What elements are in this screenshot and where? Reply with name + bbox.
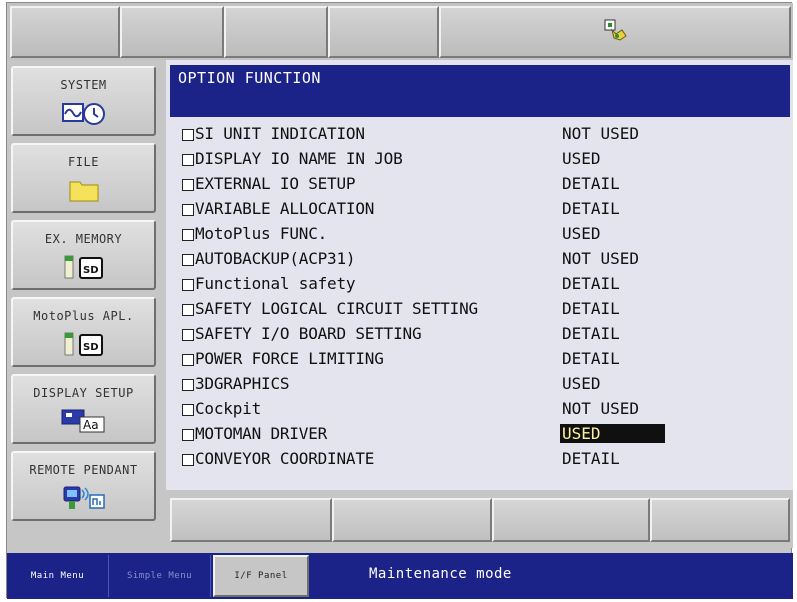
function-button-bar: [166, 490, 793, 548]
option-name: 3DGRAPHICS: [195, 374, 290, 393]
status-bar: Main Menu Simple Menu I/F Panel Maintena…: [7, 553, 793, 599]
function-button-1[interactable]: [170, 498, 332, 542]
option-checkbox[interactable]: [182, 129, 194, 141]
option-value[interactable]: NOT USED: [562, 399, 639, 418]
function-button-2[interactable]: [332, 498, 492, 542]
menu-label-file: FILE: [68, 155, 99, 169]
menu-label-motoplus-apl: MotoPlus APL.: [33, 309, 134, 323]
option-name: SAFETY I/O BOARD SETTING: [195, 324, 422, 343]
option-checkbox[interactable]: [182, 254, 194, 266]
menu-button-ex-memory[interactable]: EX. MEMORY SD: [11, 220, 156, 290]
top-toolbar: [7, 3, 793, 60]
option-row[interactable]: SI UNIT INDICATION NOT USED: [166, 123, 792, 148]
function-button-4[interactable]: [650, 498, 790, 542]
option-row[interactable]: SAFETY LOGICAL CIRCUIT SETTING DETAIL: [166, 298, 792, 323]
option-value[interactable]: USED: [562, 224, 601, 243]
option-checkbox[interactable]: [182, 154, 194, 166]
toolbar-button-4[interactable]: [328, 6, 439, 58]
option-row[interactable]: Functional safety DETAIL: [166, 273, 792, 298]
option-checkbox[interactable]: [182, 404, 194, 416]
menu-label-display-setup: DISPLAY SETUP: [33, 386, 134, 400]
system-clock-icon: [13, 100, 154, 126]
sd-card-icon: SD: [13, 254, 154, 280]
option-name: Cockpit: [195, 399, 262, 418]
if-panel-button[interactable]: I/F Panel: [213, 555, 309, 597]
menu-label-remote-pendant: REMOTE PENDANT: [29, 463, 138, 477]
option-name: DISPLAY IO NAME IN JOB: [195, 149, 403, 168]
function-button-3[interactable]: [492, 498, 650, 542]
option-name: CONVEYOR COORDINATE: [195, 449, 375, 468]
toolbar-button-1[interactable]: [10, 6, 120, 58]
option-value[interactable]: NOT USED: [562, 249, 639, 268]
main-menu-button[interactable]: Main Menu: [7, 555, 109, 597]
option-checkbox[interactable]: [182, 354, 194, 366]
option-name: EXTERNAL IO SETUP: [195, 174, 356, 193]
option-value[interactable]: DETAIL: [562, 324, 620, 343]
option-checkbox[interactable]: [182, 379, 194, 391]
option-row[interactable]: AUTOBACKUP(ACP31) NOT USED: [166, 248, 792, 273]
option-name: POWER FORCE LIMITING: [195, 349, 384, 368]
option-row[interactable]: Cockpit NOT USED: [166, 398, 792, 423]
sd-card-icon: SD: [13, 331, 154, 357]
svg-text:SD: SD: [83, 342, 99, 353]
menu-button-file[interactable]: FILE: [11, 143, 156, 213]
option-value[interactable]: USED: [560, 424, 665, 443]
option-value[interactable]: DETAIL: [562, 174, 620, 193]
option-function-panel: OPTION FUNCTION SI UNIT INDICATION NOT US…: [166, 60, 793, 492]
option-name: MotoPlus FUNC.: [195, 224, 328, 243]
option-checkbox[interactable]: [182, 229, 194, 241]
folder-icon: [13, 177, 154, 203]
option-row[interactable]: VARIABLE ALLOCATION DETAIL: [166, 198, 792, 223]
status-message: Maintenance mode: [369, 566, 512, 582]
option-row[interactable]: CONVEYOR COORDINATE DETAIL: [166, 448, 792, 473]
svg-text:SD: SD: [83, 265, 99, 276]
option-value[interactable]: USED: [562, 149, 601, 168]
option-row[interactable]: SAFETY I/O BOARD SETTING DETAIL: [166, 323, 792, 348]
menu-button-remote-pendant[interactable]: REMOTE PENDANT: [11, 451, 156, 521]
option-list: SI UNIT INDICATION NOT USED DISPLAY IO NAM…: [166, 118, 792, 488]
option-name: Functional safety: [195, 274, 356, 293]
option-checkbox[interactable]: [182, 304, 194, 316]
pendant-screen: SYSTEM FILE EX. MEMORY SD MotoPlus APL. …: [6, 2, 793, 599]
option-checkbox[interactable]: [182, 454, 194, 466]
option-value[interactable]: USED: [562, 374, 601, 393]
menu-button-system[interactable]: SYSTEM: [11, 66, 156, 136]
page-title: OPTION FUNCTION: [170, 65, 790, 117]
toolbar-button-3[interactable]: [224, 6, 328, 58]
display-font-icon: Aa: [13, 408, 154, 434]
option-value[interactable]: DETAIL: [562, 449, 620, 468]
menu-label-ex-memory: EX. MEMORY: [44, 232, 123, 246]
status-indicator-area: [439, 6, 791, 58]
option-checkbox[interactable]: [182, 329, 194, 341]
option-row[interactable]: DISPLAY IO NAME IN JOB USED: [166, 148, 792, 173]
toolbar-button-2[interactable]: [120, 6, 224, 58]
option-name: AUTOBACKUP(ACP31): [195, 249, 356, 268]
menu-button-motoplus-apl[interactable]: MotoPlus APL. SD: [11, 297, 156, 367]
option-row[interactable]: MOTOMAN DRIVER USED: [166, 423, 792, 448]
option-name: SAFETY LOGICAL CIRCUIT SETTING: [195, 299, 478, 318]
option-value[interactable]: DETAIL: [562, 349, 620, 368]
option-value[interactable]: DETAIL: [562, 199, 620, 218]
svg-text:Aa: Aa: [83, 418, 99, 432]
robot-status-icon: [602, 18, 628, 46]
option-name: MOTOMAN DRIVER: [195, 424, 328, 443]
option-name: SI UNIT INDICATION: [195, 124, 365, 143]
remote-pendant-icon: [13, 485, 154, 511]
option-row[interactable]: EXTERNAL IO SETUP DETAIL: [166, 173, 792, 198]
option-row[interactable]: 3DGRAPHICS USED: [166, 373, 792, 398]
option-checkbox[interactable]: [182, 179, 194, 191]
option-checkbox[interactable]: [182, 279, 194, 291]
simple-menu-button[interactable]: Simple Menu: [109, 555, 211, 597]
option-row[interactable]: MotoPlus FUNC. USED: [166, 223, 792, 248]
main-menu-panel: SYSTEM FILE EX. MEMORY SD MotoPlus APL. …: [7, 60, 167, 551]
option-value[interactable]: NOT USED: [562, 124, 639, 143]
option-name: VARIABLE ALLOCATION: [195, 199, 375, 218]
option-checkbox[interactable]: [182, 204, 194, 216]
option-value[interactable]: DETAIL: [562, 274, 620, 293]
option-row[interactable]: POWER FORCE LIMITING DETAIL: [166, 348, 792, 373]
option-value[interactable]: DETAIL: [562, 299, 620, 318]
option-checkbox[interactable]: [182, 429, 194, 441]
menu-button-display-setup[interactable]: DISPLAY SETUP Aa: [11, 374, 156, 444]
menu-label-system: SYSTEM: [60, 78, 107, 92]
